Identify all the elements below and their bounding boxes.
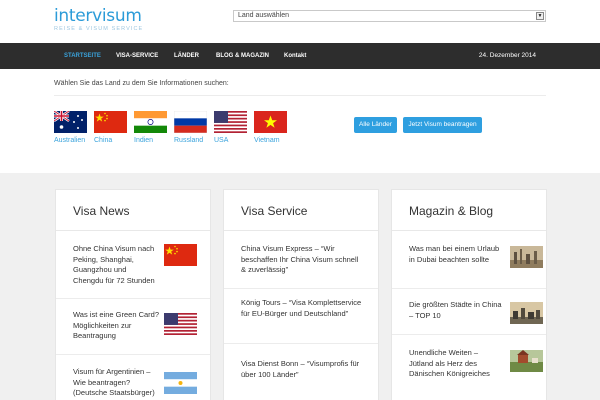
visa-news-card: Visa News Ohne China Visum nach Peking, … [55,189,211,400]
list-item[interactable]: König Tours – “Visa Komplettservice für … [241,298,365,319]
flag-china-icon[interactable] [164,244,197,266]
picker-prompt: Wählen Sie das Land zu dem Sie Informati… [54,80,229,87]
apply-visa-button[interactable]: Jetzt Visum beantragen [403,117,482,133]
country-link-vietnam[interactable]: Vietnam [254,137,280,144]
site-header: intervisum REISE & VISUM SERVICE Land au… [0,0,600,43]
list-item[interactable]: Unendliche Weiten – Jütland als Herz des… [409,348,543,380]
country-select[interactable]: Land auswählen ▼ [233,10,546,22]
flag-usa-icon[interactable] [214,111,247,133]
logo-tagline: REISE & VISUM SERVICE [54,26,144,32]
list-item[interactable]: Was man bei einem Urlaub in Dubai beacht… [409,244,543,268]
visa-service-card: Visa Service China Visum Express – “Wir … [223,189,379,400]
nav-date: 24. Dezember 2014 [478,52,536,59]
list-item[interactable]: Visum für Argentinien – Wie beantragen? … [73,367,197,399]
picker-divider [54,95,546,96]
nav-item-kontakt[interactable]: Kontakt [284,43,306,69]
country-link-usa[interactable]: USA [214,137,228,144]
card-title[interactable]: Visa Service [241,204,307,218]
nav-item-blog-magazin[interactable]: Blog & Magazin [216,43,269,69]
list-item-text[interactable]: Was man bei einem Urlaub in Dubai beacht… [409,244,504,265]
flag-india-icon[interactable] [134,111,167,133]
card-divider [392,230,546,231]
list-item-text[interactable]: Was ist eine Green Card? Möglichkeiten z… [73,310,161,342]
list-item-text[interactable]: Ohne China Visum nach Peking, Shanghai, … [73,244,155,286]
flag-australia-icon[interactable] [54,111,87,133]
card-title[interactable]: Visa News [73,204,129,218]
nav-item-visa-service[interactable]: Visa-Service [116,43,158,69]
dubai-skyline-photo[interactable] [510,246,543,268]
list-item-text[interactable]: Die größten Städte in China – TOP 10 [409,300,504,321]
list-item-text[interactable]: Unendliche Weiten – Jütland als Herz des… [409,348,504,380]
country-link-indien[interactable]: Indien [134,137,153,144]
china-city-photo[interactable] [510,302,543,324]
list-item[interactable]: Die größten Städte in China – TOP 10 [409,300,543,324]
nav-item-laender[interactable]: Länder [174,43,199,69]
list-item[interactable]: Visa Dienst Bonn – “Visumprofis für über… [241,359,365,380]
flag-usa-icon[interactable] [164,313,197,335]
card-title[interactable]: Magazin & Blog [409,204,493,218]
main-nav: Startseite Visa-Service Länder Blog & Ma… [0,43,600,69]
nav-item-startseite[interactable]: Startseite [64,43,101,69]
country-link-australien[interactable]: Australien [54,137,85,144]
list-item-text[interactable]: König Tours – “Visa Komplettservice für … [241,298,365,319]
logo-name: intervisum [54,6,142,26]
card-divider [224,230,378,231]
item-separator [224,288,378,289]
flag-vietnam-icon[interactable] [254,111,287,133]
chevron-down-icon[interactable]: ▼ [536,12,544,20]
item-separator [56,354,210,355]
flag-china-icon[interactable] [94,111,127,133]
item-separator [392,288,546,289]
list-item[interactable]: Was ist eine Green Card? Möglichkeiten z… [73,310,197,342]
list-item-text[interactable]: Visa Dienst Bonn – “Visumprofis für über… [241,359,365,380]
country-link-russland[interactable]: Russland [174,137,203,144]
magazin-blog-card: Magazin & Blog Was man bei einem Urlaub … [391,189,547,400]
country-select-value: Land auswählen [238,12,289,19]
jutland-landscape-photo[interactable] [510,350,543,372]
flag-russia-icon[interactable] [174,111,207,133]
country-link-china[interactable]: China [94,137,112,144]
site-logo[interactable]: intervisum REISE & VISUM SERVICE [54,7,143,32]
all-countries-button[interactable]: Alle Länder [354,117,397,133]
item-separator [56,298,210,299]
item-separator [224,343,378,344]
flag-argentina-icon[interactable] [164,372,197,394]
list-item-text[interactable]: China Visum Express – “Wir beschaffen Ih… [241,244,365,276]
card-divider [56,230,210,231]
list-item[interactable]: Ohne China Visum nach Peking, Shanghai, … [73,244,197,286]
item-separator [392,334,546,335]
list-item-text[interactable]: Visum für Argentinien – Wie beantragen? … [73,367,155,399]
list-item[interactable]: China Visum Express – “Wir beschaffen Ih… [241,244,365,276]
